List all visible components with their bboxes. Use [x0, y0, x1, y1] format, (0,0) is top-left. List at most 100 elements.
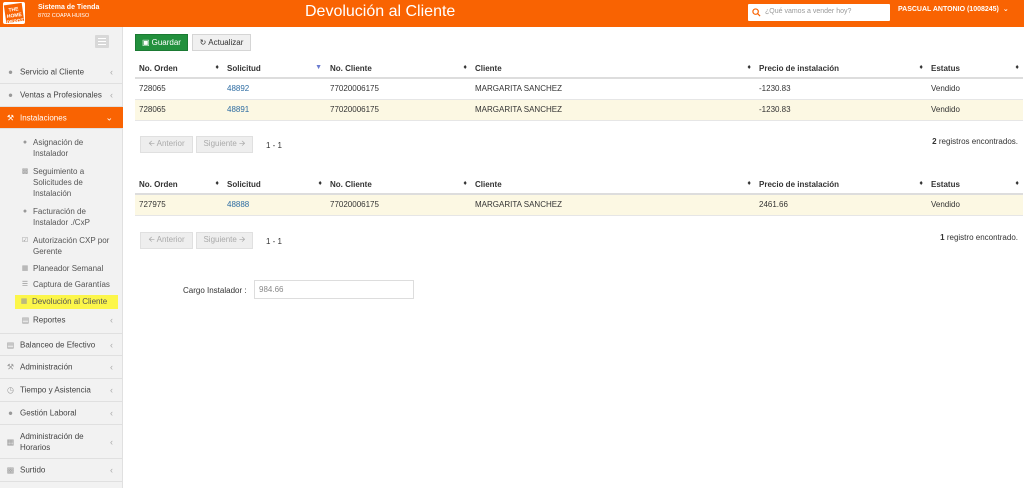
table-row[interactable]: 728065 48892 77020006175 MARGARITA SANCH…	[135, 78, 1023, 100]
sidebar-subitem-seguimiento[interactable]: ▩ Seguimiento a Solicitudes de Instalaci…	[0, 166, 123, 201]
column-header[interactable]: Solicitud ♦	[223, 175, 326, 195]
sidebar-item-label: Administración	[20, 362, 73, 372]
sidebar-item-gestion-laboral[interactable]: ● Gestión Laboral ‹	[0, 402, 123, 425]
cell-estatus: Vendido	[927, 78, 1023, 100]
column-header[interactable]: No. Orden ♦	[135, 175, 223, 195]
sort-icon: ♦	[919, 180, 923, 187]
cell-solicitud: 48888	[223, 194, 326, 216]
sidebar-item-instalaciones[interactable]: ⚒ Instalaciones ⌄	[0, 107, 123, 129]
sidebar-item-administracion[interactable]: ⚒ Administración ‹	[0, 356, 123, 379]
logo-text: THE HOME DEPOT	[3, 2, 24, 26]
cell-cliente-no: 77020006175	[326, 99, 471, 121]
next-page-button[interactable]: Siguiente 🡪	[196, 232, 253, 249]
column-label: No. Orden	[139, 63, 178, 73]
column-header[interactable]: No. Cliente ♦	[326, 59, 471, 79]
column-header[interactable]: Estatus ♦	[927, 59, 1023, 79]
chevron-left-icon: ‹	[110, 90, 113, 100]
sidebar-item-label: Instalaciones	[20, 113, 67, 122]
sort-icon: ♦	[1015, 64, 1019, 71]
column-label: Estatus	[931, 179, 960, 189]
table-row[interactable]: 728065 48891 77020006175 MARGARITA SANCH…	[135, 99, 1023, 121]
records-found: 2 registros encontrados.	[932, 137, 1018, 146]
column-header[interactable]: Solicitud ▼	[223, 59, 326, 79]
cell-cliente-no: 77020006175	[326, 194, 471, 216]
sort-icon: ♦	[1015, 180, 1019, 187]
column-header[interactable]: Precio de instalación ♦	[755, 59, 927, 79]
system-title: Sistema de Tienda	[38, 4, 100, 11]
sidebar-item-surtido[interactable]: ▩ Surtido ‹	[0, 459, 123, 482]
column-label: Precio de instalación	[759, 63, 840, 73]
arrow-left-icon: 🡨	[148, 138, 155, 148]
user-icon: ●	[8, 67, 13, 77]
sidebar-subitem-planeador[interactable]: ▦ Planeador Semanal	[0, 263, 123, 275]
sidebar-item-horarios[interactable]: ▦ Administración de Horarios ‹	[0, 425, 123, 459]
sidebar-item-tiempo[interactable]: ◷ Tiempo y Asistencia ‹	[0, 379, 123, 402]
calendar-icon: ▦	[21, 265, 29, 272]
arrow-right-icon: 🡪	[239, 234, 246, 244]
save-icon: ▣	[142, 38, 150, 47]
sidebar-subitem-label: Facturación de Instalador ./CxP	[33, 207, 90, 227]
next-label: Siguiente	[203, 138, 237, 148]
column-header[interactable]: No. Orden ♦	[135, 59, 223, 79]
users-icon: ●	[8, 408, 13, 418]
user-menu[interactable]: PASCUAL ANTONIO (1008245) ⌄	[898, 5, 1009, 13]
sidebar-subitem-asignacion[interactable]: ● Asignación de Instalador	[0, 137, 123, 161]
column-label: Solicitud	[227, 63, 261, 73]
chevron-left-icon: ‹	[110, 315, 113, 325]
column-header[interactable]: No. Cliente ♦	[326, 175, 471, 195]
file-icon: ▤	[21, 315, 30, 325]
solicitud-link[interactable]: 48891	[227, 105, 249, 114]
sidebar-subitem-facturacion[interactable]: ● Facturación de Instalador ./CxP	[0, 206, 123, 230]
cell-cliente: MARGARITA SANCHEZ	[471, 99, 755, 121]
orders-table-2: No. Orden ♦ Solicitud ♦ No. Cliente ♦ Clien…	[135, 175, 1023, 216]
solicitud-link[interactable]: 48888	[227, 200, 249, 209]
search-input[interactable]: ¿Qué vamos a vender hoy?	[748, 4, 890, 21]
column-header[interactable]: Cliente ♦	[471, 59, 755, 79]
column-label: Cliente	[475, 179, 502, 189]
menu-toggle-icon[interactable]	[95, 35, 109, 48]
column-label: Precio de instalación	[759, 179, 840, 189]
cargo-instalador-field[interactable]	[254, 280, 414, 299]
sidebar-subitem-garantias[interactable]: ☰ Captura de Garantías	[0, 279, 123, 291]
records-count: 1	[940, 233, 945, 242]
cell-orden: 728065	[135, 99, 223, 121]
previous-page-button[interactable]: 🡨 Anterior	[140, 232, 193, 249]
cell-estatus: Vendido	[927, 99, 1023, 121]
home-depot-logo[interactable]: THE HOME DEPOT	[3, 2, 25, 26]
previous-label: Anterior	[156, 138, 185, 148]
sort-icon: ♦	[463, 64, 467, 71]
column-header[interactable]: Estatus ♦	[927, 175, 1023, 195]
sidebar-subitem-label: Planeador Semanal	[33, 264, 104, 273]
chevron-down-icon: ⌄	[1002, 6, 1009, 13]
sidebar-subitem-autorizacion[interactable]: ☑ Autorización CXP por Gerente	[0, 235, 123, 259]
refresh-button[interactable]: ↻ Actualizar	[192, 34, 251, 51]
page-info: 1 - 1	[266, 237, 283, 246]
wrench-icon: ⚒	[6, 113, 15, 122]
sidebar-item-ventas-profesionales[interactable]: ● Ventas a Profesionales ‹	[0, 84, 123, 107]
cell-cliente: MARGARITA SANCHEZ	[471, 194, 755, 216]
sort-icon: ♦	[919, 64, 923, 71]
column-label: Cliente	[475, 63, 502, 73]
user-icon: ●	[22, 139, 28, 146]
previous-page-button[interactable]: 🡨 Anterior	[140, 136, 193, 153]
list-icon: ☰	[21, 281, 29, 288]
save-button[interactable]: ▣ Guardar	[135, 34, 188, 51]
column-label: Solicitud	[227, 179, 261, 189]
column-header[interactable]: Precio de instalación ♦	[755, 175, 927, 195]
column-header[interactable]: Cliente ♦	[471, 175, 755, 195]
sidebar-item-servicio-cliente[interactable]: ● Servicio al Cliente ‹	[0, 61, 123, 84]
sort-icon: ♦	[215, 64, 219, 71]
cell-cliente-no: 77020006175	[326, 78, 471, 100]
sidebar-item-label: Surtido	[20, 465, 46, 475]
arrow-right-icon: 🡪	[239, 138, 246, 148]
solicitud-link[interactable]: 48892	[227, 84, 249, 93]
next-page-button[interactable]: Siguiente 🡪	[196, 136, 253, 153]
sidebar-subitem-devolucion[interactable]: ▦ Devolución al Cliente	[15, 295, 118, 309]
calendar-icon: ▦	[6, 437, 15, 446]
sidebar-item-balanceo[interactable]: ▤ Balanceo de Efectivo ‹	[0, 333, 123, 356]
table-row[interactable]: 727975 48888 77020006175 MARGARITA SANCH…	[135, 194, 1023, 216]
sidebar-subitem-label: Autorización CXP por Gerente	[33, 236, 110, 256]
sidebar-item-label: Balanceo de Efectivo	[20, 340, 96, 349]
records-found: 1 registro encontrado.	[940, 233, 1018, 242]
sidebar-item-reportes[interactable]: ▤ Reportes ‹	[0, 312, 123, 328]
